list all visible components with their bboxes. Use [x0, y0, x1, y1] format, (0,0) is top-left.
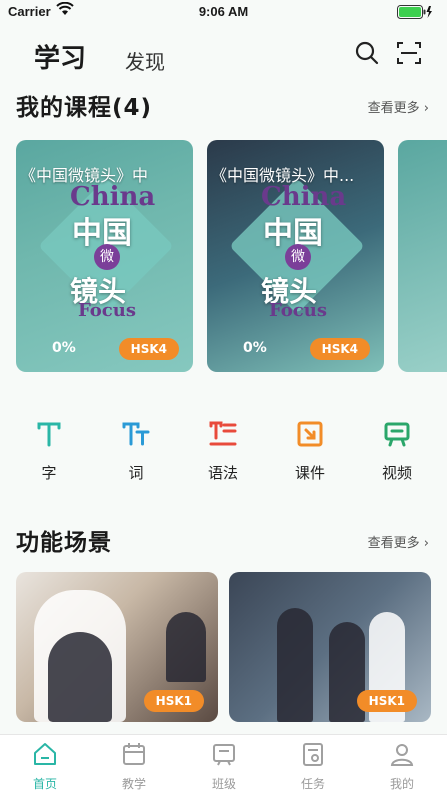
- feature-shortcuts: 字 词 语法 课件 视频: [0, 420, 447, 484]
- video-icon: [384, 422, 410, 447]
- search-icon[interactable]: [354, 40, 380, 66]
- see-more-label: 查看更多: [367, 536, 420, 551]
- status-bar: Carrier 9:06 AM: [0, 0, 447, 24]
- courses-see-more[interactable]: 查看更多 ›: [368, 97, 429, 116]
- feature-label: 字: [41, 464, 57, 482]
- hsk-level-badge: HSK4: [309, 338, 370, 360]
- clock: 9:06 AM: [198, 4, 249, 19]
- top-tabs: 学习 发现: [0, 34, 447, 78]
- scene-card[interactable]: HSK1: [16, 572, 218, 722]
- scenes-see-more[interactable]: 查看更多 ›: [368, 532, 429, 551]
- hsk-level-badge: HSK1: [356, 690, 417, 712]
- feature-character[interactable]: 字: [19, 420, 79, 483]
- tab-discover[interactable]: 发现: [125, 46, 165, 75]
- chevron-right-icon: ›: [423, 101, 429, 116]
- nav-label: 首页: [32, 777, 57, 791]
- tab-learn[interactable]: 学习: [34, 38, 86, 75]
- teach-icon: [123, 743, 145, 765]
- scan-icon[interactable]: [396, 40, 422, 66]
- feature-word[interactable]: 词: [106, 420, 166, 483]
- feature-label: 语法: [207, 464, 238, 482]
- scene-card[interactable]: HSK1: [229, 572, 431, 722]
- course-card[interactable]: 《中国微镜头》中... China 中国 微 镜头 Focus 0% HSK4: [207, 140, 384, 372]
- nav-task[interactable]: 任务: [283, 741, 343, 792]
- nav-label: 任务: [300, 777, 325, 791]
- feature-label: 视频: [381, 464, 412, 482]
- nav-label: 班级: [211, 777, 236, 791]
- battery-icon: [397, 5, 432, 19]
- courseware-icon: [297, 421, 323, 447]
- scene-figure-diner: [166, 612, 206, 682]
- nav-profile[interactable]: 我的: [372, 741, 432, 792]
- cover-wei-badge: 微: [285, 244, 311, 270]
- scene-figure-businessman: [277, 608, 313, 722]
- hsk-level-badge: HSK4: [118, 338, 179, 360]
- home-icon: [34, 743, 56, 765]
- bottom-nav: 首页 教学 班级 任务 我的: [0, 734, 447, 794]
- grammar-icon: [209, 421, 237, 446]
- task-icon: [303, 743, 323, 766]
- scene-figure-vest: [48, 632, 112, 722]
- scenes-section-title: 功能场景: [16, 530, 112, 556]
- feature-grammar[interactable]: 语法: [193, 420, 253, 483]
- nav-label: 我的: [389, 777, 414, 791]
- feature-video[interactable]: 视频: [367, 420, 427, 483]
- nav-home[interactable]: 首页: [15, 741, 75, 792]
- profile-icon: [390, 744, 414, 766]
- cover-focus-text: Focus: [269, 300, 327, 321]
- cover-wei-badge: 微: [94, 244, 120, 270]
- see-more-label: 查看更多: [367, 101, 420, 116]
- nav-teach[interactable]: 教学: [104, 741, 164, 792]
- feature-label: 课件: [294, 464, 325, 482]
- feature-courseware[interactable]: 课件: [280, 420, 340, 483]
- hsk-level-badge: HSK1: [143, 690, 204, 712]
- course-card[interactable]: 《中国微镜头》中 China 中国 微 镜头 Focus 0% HSK4: [16, 140, 193, 372]
- nav-class[interactable]: 班级: [194, 741, 254, 792]
- cover-focus-text: Focus: [78, 300, 136, 321]
- courses-section-title: 我的课程(4): [16, 95, 153, 121]
- course-progress: 0%: [52, 340, 76, 356]
- chevron-right-icon: ›: [423, 536, 429, 551]
- class-icon: [213, 744, 235, 766]
- character-icon: [37, 422, 61, 447]
- feature-label: 词: [128, 464, 144, 482]
- nav-label: 教学: [121, 777, 146, 791]
- course-card-partial[interactable]: [398, 140, 447, 372]
- course-progress: 0%: [243, 340, 267, 356]
- word-icon: [122, 422, 150, 446]
